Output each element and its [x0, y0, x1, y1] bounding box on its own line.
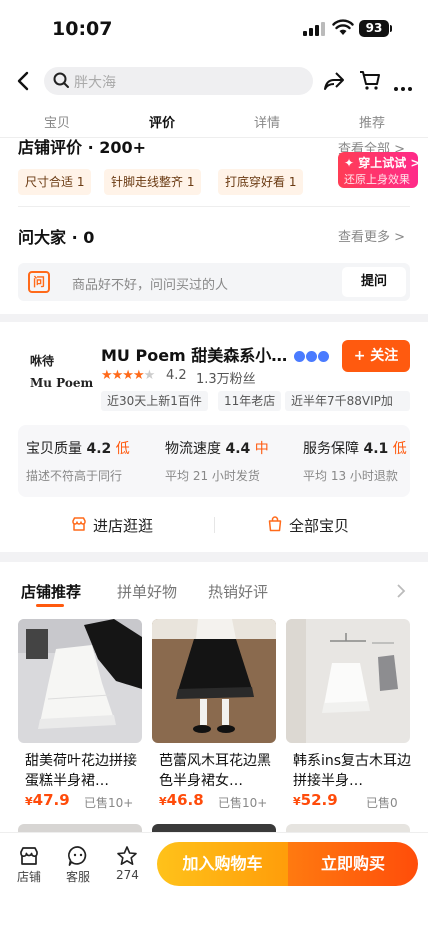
store-icon: [72, 517, 86, 531]
ask-placeholder: 商品好不好，问问买过的人: [72, 278, 229, 293]
review-tag[interactable]: 针脚走线整齐 1: [104, 169, 202, 195]
follow-button[interactable]: + 关注: [342, 340, 410, 372]
buy-now-button[interactable]: 立即购买: [288, 842, 418, 886]
product-sold: 已售0: [366, 796, 398, 810]
more-icon[interactable]: [394, 76, 415, 95]
review-tag[interactable]: 打底穿好看 1: [218, 169, 304, 195]
store-badge-icons: [294, 347, 330, 366]
star-icon[interactable]: [116, 845, 138, 867]
signal-icon: [303, 22, 325, 36]
store-rating-stars: ★★★★★: [101, 368, 155, 383]
product-title[interactable]: 韩系ins复古木耳边拼接半身…: [293, 751, 417, 791]
search-placeholder: 胖大海: [74, 75, 116, 91]
store-logo-wordmark: Mu Poem: [30, 376, 94, 390]
battery-icon: 93: [359, 20, 389, 37]
divider: [214, 517, 215, 533]
product-sold: 已售10+: [218, 796, 268, 810]
product-title[interactable]: 甜美荷叶花边拼接蛋糕半身裙…: [25, 751, 149, 791]
product-price: ¥47.9: [25, 791, 70, 809]
product-image[interactable]: [152, 619, 276, 743]
tab-store-recommend[interactable]: 店铺推荐: [21, 581, 81, 602]
add-to-cart-button[interactable]: 加入购物车: [157, 842, 288, 886]
see-more-link[interactable]: 查看更多 >: [338, 226, 405, 245]
store-metrics: [18, 425, 410, 497]
tab-recommend[interactable]: 推荐: [359, 112, 385, 131]
metric-desc: 平均 13 小时退款: [303, 469, 398, 483]
product-image[interactable]: [286, 619, 410, 743]
reviews-title: 店铺评价 · 200+: [18, 138, 147, 157]
store-tag: 11年老店: [218, 391, 282, 411]
cart-icon[interactable]: [358, 68, 382, 92]
search-icon: [53, 72, 69, 88]
store-tag: 近半年7千88VIP加: [285, 391, 410, 411]
store-name[interactable]: MU Poem 甜美森系小…: [101, 342, 291, 366]
visit-store-button[interactable]: 进店逛逛: [93, 515, 153, 536]
ask-icon: 问: [28, 271, 50, 293]
store-rating: 4.2: [166, 368, 187, 383]
ask-button[interactable]: 提问: [342, 267, 406, 297]
all-items-button[interactable]: 全部宝贝: [289, 515, 349, 536]
battery-tip: [390, 25, 392, 32]
customer-service-icon[interactable]: [67, 845, 89, 867]
tab-hot-sale[interactable]: 热销好评: [208, 581, 268, 602]
divider: [18, 206, 410, 207]
metric-quality: 宝贝质量 4.2 低: [26, 441, 130, 457]
try-on-subtitle: 还原上身效果: [344, 173, 410, 186]
ask-title: 问大家 · 0: [18, 228, 95, 247]
back-icon[interactable]: [14, 68, 34, 94]
store-logo-text: 咻待: [30, 354, 55, 368]
tab-group-buy[interactable]: 拼单好物: [117, 581, 177, 602]
product-sold: 已售10+: [84, 796, 134, 810]
store-fans: 1.3万粉丝: [196, 372, 256, 387]
wifi-icon: [332, 19, 354, 35]
product-image: [18, 824, 142, 832]
tab-details[interactable]: 详情: [254, 112, 280, 131]
active-tab-indicator: [36, 604, 64, 607]
product-image[interactable]: [18, 619, 142, 743]
metric-desc: 平均 21 小时发货: [165, 469, 260, 483]
product-image: [152, 824, 276, 832]
product-title[interactable]: 芭蕾风木耳花边黑色半身裙女…: [159, 751, 283, 791]
tab-products[interactable]: 宝贝: [44, 112, 70, 131]
share-icon[interactable]: [322, 69, 346, 93]
metric-logistics: 物流速度 4.4 中: [165, 441, 269, 457]
service-label[interactable]: 客服: [66, 868, 90, 885]
metric-service: 服务保障 4.1 低: [303, 441, 407, 457]
bag-icon: [268, 516, 282, 532]
product-price: ¥46.8: [159, 791, 204, 809]
try-on-label: ✦ 穿上试试 >: [344, 156, 421, 170]
metric-desc: 描述不符高于同行: [26, 469, 123, 483]
chevron-right-icon[interactable]: [396, 583, 406, 599]
store-tag: 近30天上新1百件: [101, 391, 208, 411]
shop-label[interactable]: 店铺: [17, 868, 41, 885]
tab-reviews[interactable]: 评价: [149, 112, 175, 131]
product-price: ¥52.9: [293, 791, 338, 809]
favorites-count[interactable]: 274: [116, 868, 139, 882]
shop-icon[interactable]: [18, 845, 40, 867]
product-image: [286, 824, 410, 832]
review-tag[interactable]: 尺寸合适 1: [18, 169, 92, 195]
status-time: 10:07: [52, 18, 113, 40]
